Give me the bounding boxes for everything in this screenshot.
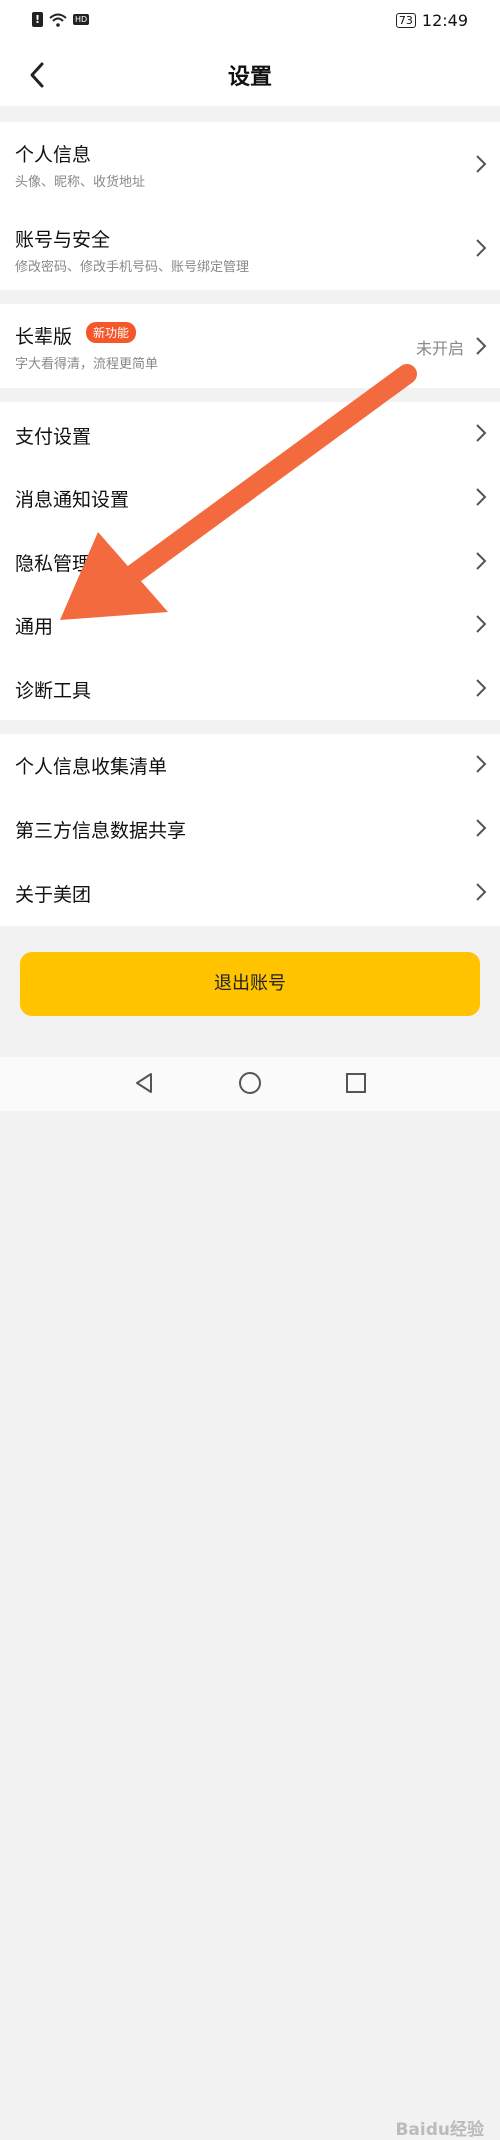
row-title: 消息通知设置	[15, 489, 130, 511]
chevron-right-icon	[476, 679, 487, 697]
nav-bar: 设置	[0, 44, 500, 106]
chevron-right-icon	[476, 424, 487, 442]
info-group: 个人信息收集清单 第三方信息数据共享 关于美团	[0, 734, 500, 926]
elder-group: 长辈版 新功能 字大看得清，流程更简单 未开启	[0, 304, 500, 388]
row-title: 支付设置	[15, 426, 92, 448]
wifi-icon	[49, 13, 67, 27]
new-feature-badge: 新功能	[86, 322, 137, 343]
settings-row-personal-info[interactable]: 个人信息 头像、昵称、收货地址	[0, 122, 500, 206]
row-title: 个人信息	[15, 144, 92, 166]
status-left: ! HD	[32, 12, 90, 27]
page-title: 设置	[227, 65, 272, 90]
system-nav-bar: Baidu经验	[0, 1057, 500, 2140]
settings-group: 支付设置 消息通知设置 隐私管理 通用 诊断工具	[0, 402, 500, 720]
chevron-right-icon	[476, 615, 487, 633]
status-right: 73 12:49	[395, 11, 468, 30]
nav-home-icon[interactable]	[238, 1071, 262, 1095]
status-bar: ! HD 73 12:49	[0, 0, 500, 44]
row-title: 隐私管理	[15, 553, 92, 575]
logout-button[interactable]: 退出账号	[20, 952, 480, 1016]
nav-back-icon[interactable]	[132, 1071, 156, 1095]
chevron-right-icon	[476, 239, 487, 257]
chevron-right-icon	[476, 883, 487, 901]
settings-row-payment[interactable]: 支付设置	[0, 402, 500, 465]
row-title: 通用	[15, 616, 54, 638]
settings-row-notifications[interactable]: 消息通知设置	[0, 465, 500, 529]
watermark: Baidu经验	[395, 2120, 484, 2140]
row-title: 账号与安全	[15, 229, 111, 251]
row-subtitle: 字大看得清，流程更简单	[15, 357, 159, 372]
settings-row-general[interactable]: 通用	[0, 593, 500, 656]
row-title: 诊断工具	[15, 680, 92, 702]
chevron-right-icon	[476, 488, 487, 506]
chevron-right-icon	[476, 337, 487, 355]
settings-row-info-collection[interactable]: 个人信息收集清单	[0, 734, 500, 798]
row-title: 长辈版	[15, 326, 73, 348]
settings-row-account-security[interactable]: 账号与安全 修改密码、修改手机号码、账号绑定管理	[0, 206, 500, 290]
row-title: 关于美团	[15, 884, 92, 906]
row-subtitle: 头像、昵称、收货地址	[15, 175, 146, 190]
row-title: 个人信息收集清单	[15, 756, 168, 778]
settings-row-third-party-sharing[interactable]: 第三方信息数据共享	[0, 798, 500, 862]
settings-row-about[interactable]: 关于美团	[0, 862, 500, 926]
chevron-right-icon	[476, 819, 487, 837]
row-subtitle: 修改密码、修改手机号码、账号绑定管理	[15, 260, 250, 275]
chevron-right-icon	[476, 155, 487, 173]
network-badge: HD	[73, 14, 90, 25]
nav-recents-icon[interactable]	[344, 1071, 368, 1095]
alert-icon: !	[32, 12, 43, 27]
elder-mode-status: 未开启	[415, 339, 464, 358]
settings-row-elder-mode[interactable]: 长辈版 新功能 字大看得清，流程更简单 未开启	[0, 304, 500, 388]
chevron-right-icon	[476, 552, 487, 570]
settings-row-diagnostics[interactable]: 诊断工具	[0, 656, 500, 720]
clock: 12:49	[421, 11, 468, 30]
chevron-right-icon	[476, 755, 487, 773]
account-group: 个人信息 头像、昵称、收货地址 账号与安全 修改密码、修改手机号码、账号绑定管理	[0, 122, 500, 290]
row-title: 第三方信息数据共享	[15, 820, 187, 842]
settings-row-privacy[interactable]: 隐私管理	[0, 529, 500, 593]
battery-icon: 73	[395, 13, 416, 28]
